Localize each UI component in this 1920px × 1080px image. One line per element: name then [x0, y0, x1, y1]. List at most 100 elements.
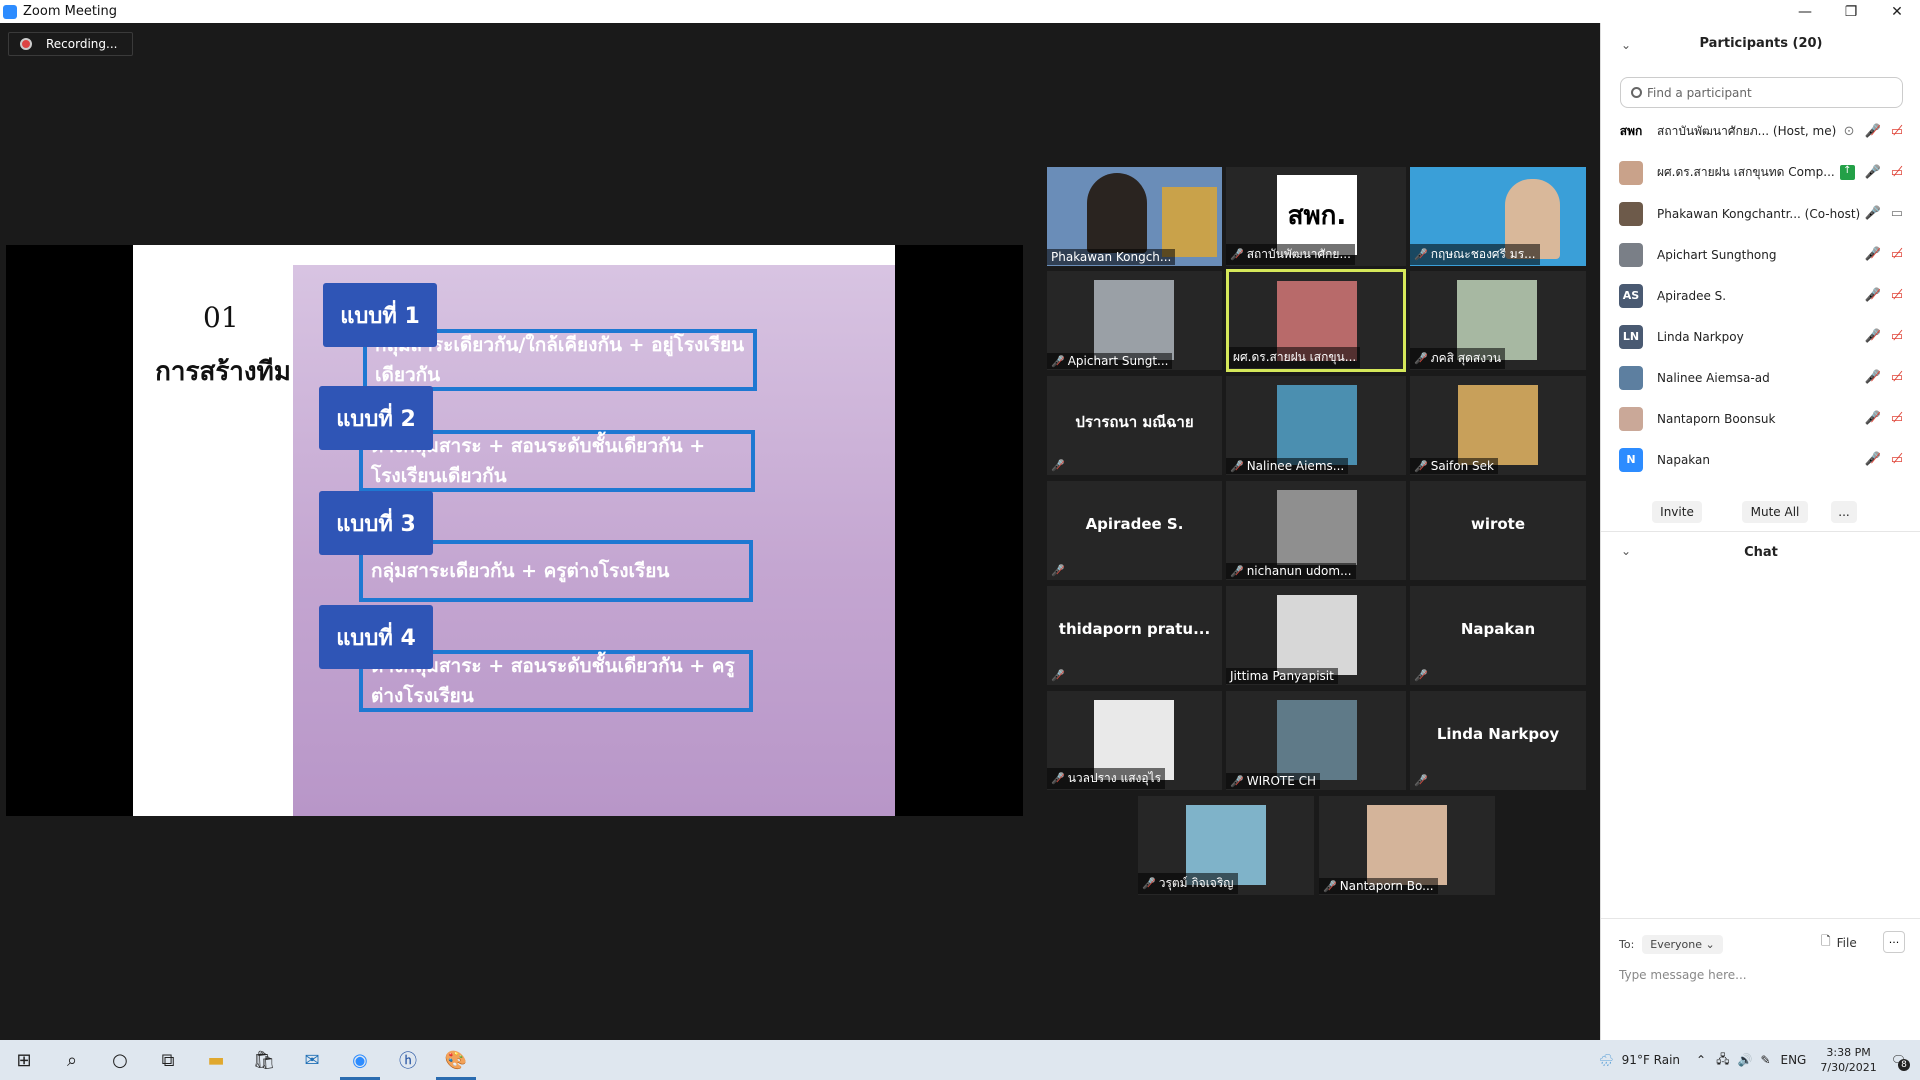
pen-icon[interactable]: ✎: [1760, 1053, 1770, 1067]
mic-muted-icon[interactable]: 🎤̸: [1865, 124, 1881, 139]
mic-muted-icon[interactable]: 🎤̸: [1865, 411, 1881, 426]
video-off-icon[interactable]: ▭̸: [1891, 452, 1903, 467]
language-indicator[interactable]: ENG: [1781, 1053, 1807, 1067]
close-button[interactable]: ✕: [1874, 0, 1920, 23]
cortana-icon[interactable]: ○: [96, 1040, 144, 1080]
video-tile[interactable]: 🎤̸ nichanun udom...: [1226, 481, 1406, 580]
video-tile[interactable]: 🎤̸ Nantaporn Bo...: [1319, 796, 1495, 895]
video-tile[interactable]: ปรารถนา มณีฉาย 🎤̸: [1047, 376, 1222, 475]
participant-video: [1087, 173, 1147, 253]
avatar: N: [1619, 447, 1643, 472]
participant-row[interactable]: LN Linda Narkpoy 🎤̸ ▭̸: [1601, 316, 1920, 357]
video-tile[interactable]: 🎤̸ Nalinee Aiems...: [1226, 376, 1406, 475]
mic-muted-icon[interactable]: 🎤̸: [1865, 329, 1881, 344]
clock[interactable]: 3:38 PM 7/30/2021: [1820, 1045, 1876, 1075]
video-tile[interactable]: 🎤̸ ภคสิ สุดสงวน: [1410, 271, 1586, 370]
tile-name: 🎤̸ สถาบันพัฒนาศักย...: [1226, 244, 1355, 265]
participant-name: Nantaporn Boonsuk: [1657, 411, 1776, 426]
video-icon[interactable]: ▭: [1891, 206, 1903, 221]
mute-all-button[interactable]: Mute All: [1742, 501, 1808, 523]
recipient-dropdown[interactable]: Everyone ⌄: [1642, 935, 1723, 954]
presentation-slide: 01 การสร้างทีม กลุ่มสาระเดียวกัน/ใกล้เคี…: [133, 245, 895, 816]
tray-overflow-chevron-icon[interactable]: ⌃: [1696, 1053, 1706, 1067]
video-off-icon[interactable]: ▭̸: [1891, 247, 1903, 262]
video-tile[interactable]: 🎤̸ กฤษณะชองศรี มร...: [1410, 167, 1586, 266]
shared-screen: 01 การสร้างทีม กลุ่มสาระเดียวกัน/ใกล้เคี…: [6, 245, 1023, 816]
participant-row[interactable]: Apichart Sungthong 🎤̸ ▭̸: [1601, 234, 1920, 275]
tile-display-name: Linda Narkpoy: [1436, 725, 1560, 743]
zoom-taskbar-icon[interactable]: ◉: [336, 1040, 384, 1080]
avatar: [1619, 242, 1643, 267]
video-off-icon[interactable]: ▭̸: [1891, 288, 1903, 303]
maximize-button[interactable]: ❐: [1828, 0, 1874, 23]
video-tile-active-speaker[interactable]: ผศ.ดร.สายฝน เสกขุน...: [1226, 269, 1406, 372]
tile-display-name: Napakan: [1460, 620, 1536, 638]
participants-more-button[interactable]: ...: [1831, 501, 1857, 523]
weather-text[interactable]: 91°F Rain: [1622, 1053, 1680, 1067]
participant-name: Apiradee S.: [1657, 288, 1727, 303]
minimize-button[interactable]: —: [1782, 0, 1828, 23]
participant-row[interactable]: N Napakan 🎤̸ ▭̸: [1601, 439, 1920, 480]
video-tile[interactable]: 🎤̸ นวลปราง แสงอุไร: [1047, 691, 1222, 790]
file-explorer-icon[interactable]: ▬: [192, 1040, 240, 1080]
store-icon[interactable]: 🛍: [240, 1040, 288, 1080]
hp-icon[interactable]: ⓗ: [384, 1040, 432, 1080]
mic-icon[interactable]: 🎤: [1865, 165, 1881, 180]
video-off-icon[interactable]: ▭̸: [1891, 370, 1903, 385]
meeting-stage: Recording... 01 การสร้างทีม กลุ่มสาระเดี…: [0, 23, 1600, 1040]
mail-icon[interactable]: ✉: [288, 1040, 336, 1080]
invite-button[interactable]: Invite: [1652, 501, 1702, 523]
participant-row[interactable]: Nantaporn Boonsuk 🎤̸ ▭̸: [1601, 398, 1920, 439]
participant-row[interactable]: ผศ.ดร.สายฝน เสกขุนทด Comp... ↑ 🎤 ▭̸: [1601, 152, 1920, 193]
participant-name: Napakan: [1657, 452, 1710, 467]
windows-taskbar: ⊞ ⌕ ○ ⧉ ▬ 🛍 ✉ ◉ ⓗ 🎨 🌧 91°F Rain ⌃ 🖧 🔊 ✎ …: [0, 1040, 1920, 1080]
video-off-icon[interactable]: ▭̸: [1891, 329, 1903, 344]
video-tile[interactable]: Napakan 🎤̸: [1410, 586, 1586, 685]
participant-row[interactable]: Phakawan Kongchantr... (Co-host) 🎤 ▭: [1601, 193, 1920, 234]
paint-icon[interactable]: 🎨: [432, 1040, 480, 1080]
chat-more-button[interactable]: ···: [1883, 931, 1905, 953]
mic-muted-icon[interactable]: 🎤̸: [1865, 452, 1881, 467]
mic-muted-icon[interactable]: 🎤̸: [1865, 288, 1881, 303]
chat-message-input[interactable]: Type message here...: [1619, 968, 1747, 982]
participant-search-input[interactable]: Find a participant: [1620, 77, 1903, 108]
participant-row[interactable]: สพก สถาบันพัฒนาศักยภ... (Host, me) ⊙ 🎤̸ ▭̸: [1601, 111, 1920, 152]
task-view-icon[interactable]: ⧉: [144, 1040, 192, 1080]
video-off-icon[interactable]: ▭̸: [1891, 124, 1903, 139]
participants-header: Participants (20): [1699, 36, 1823, 51]
video-tile[interactable]: สพก. 🎤̸ สถาบันพัฒนาศักย...: [1226, 167, 1406, 266]
video-off-icon[interactable]: ▭̸: [1891, 165, 1903, 180]
mic-muted-icon[interactable]: 🎤̸: [1865, 247, 1881, 262]
video-tile[interactable]: 🎤̸ Apichart Sungt...: [1047, 271, 1222, 370]
recording-indicator[interactable]: Recording...: [8, 32, 133, 56]
video-tile[interactable]: Jittima Panyapisit: [1226, 586, 1406, 685]
host-logo: สพก.: [1277, 175, 1357, 255]
share-screen-icon: ↑: [1840, 165, 1855, 180]
tile-name: 🎤̸ Nalinee Aiems...: [1226, 458, 1349, 474]
video-tile[interactable]: 🎤̸ Saifon Sek: [1410, 376, 1586, 475]
participant-row[interactable]: AS Apiradee S. 🎤̸ ▭̸: [1601, 275, 1920, 316]
file-icon: 🗋: [1821, 934, 1831, 948]
video-tile[interactable]: 🎤̸ WIROTE CH: [1226, 691, 1406, 790]
notifications-icon[interactable]: 🗨 8: [1891, 1053, 1910, 1071]
slide-caption: การสร้างทีม: [155, 357, 291, 387]
video-tile[interactable]: Linda Narkpoy 🎤̸: [1410, 691, 1586, 790]
video-tile[interactable]: 🎤̸ วรุตม์ กิจเจริญ: [1138, 796, 1314, 895]
mic-muted-icon[interactable]: 🎤̸: [1865, 370, 1881, 385]
participant-row[interactable]: Nalinee Aiemsa-ad 🎤̸ ▭̸: [1601, 357, 1920, 398]
tile-name: 🎤̸ วรุตม์ กิจเจริญ: [1138, 873, 1238, 894]
start-button-windows-icon[interactable]: ⊞: [0, 1040, 48, 1080]
search-icon[interactable]: ⌕: [48, 1040, 96, 1080]
network-icon[interactable]: 🖧: [1716, 1050, 1729, 1071]
mic-icon[interactable]: 🎤: [1865, 206, 1881, 221]
video-tile[interactable]: Phakawan Kongch...: [1047, 167, 1222, 266]
tile-name: Jittima Panyapisit: [1226, 668, 1338, 684]
video-tile[interactable]: Apiradee S. 🎤̸: [1047, 481, 1222, 580]
video-tile[interactable]: wirote: [1410, 481, 1586, 580]
mic-muted-icon: 🎤̸: [1414, 248, 1428, 261]
video-tile[interactable]: thidaporn pratu... 🎤̸: [1047, 586, 1222, 685]
file-button[interactable]: 🗋 File: [1821, 932, 1857, 953]
recording-status-icon: ⊙: [1843, 124, 1855, 139]
volume-icon[interactable]: 🔊: [1737, 1053, 1752, 1067]
video-off-icon[interactable]: ▭̸: [1891, 411, 1903, 426]
